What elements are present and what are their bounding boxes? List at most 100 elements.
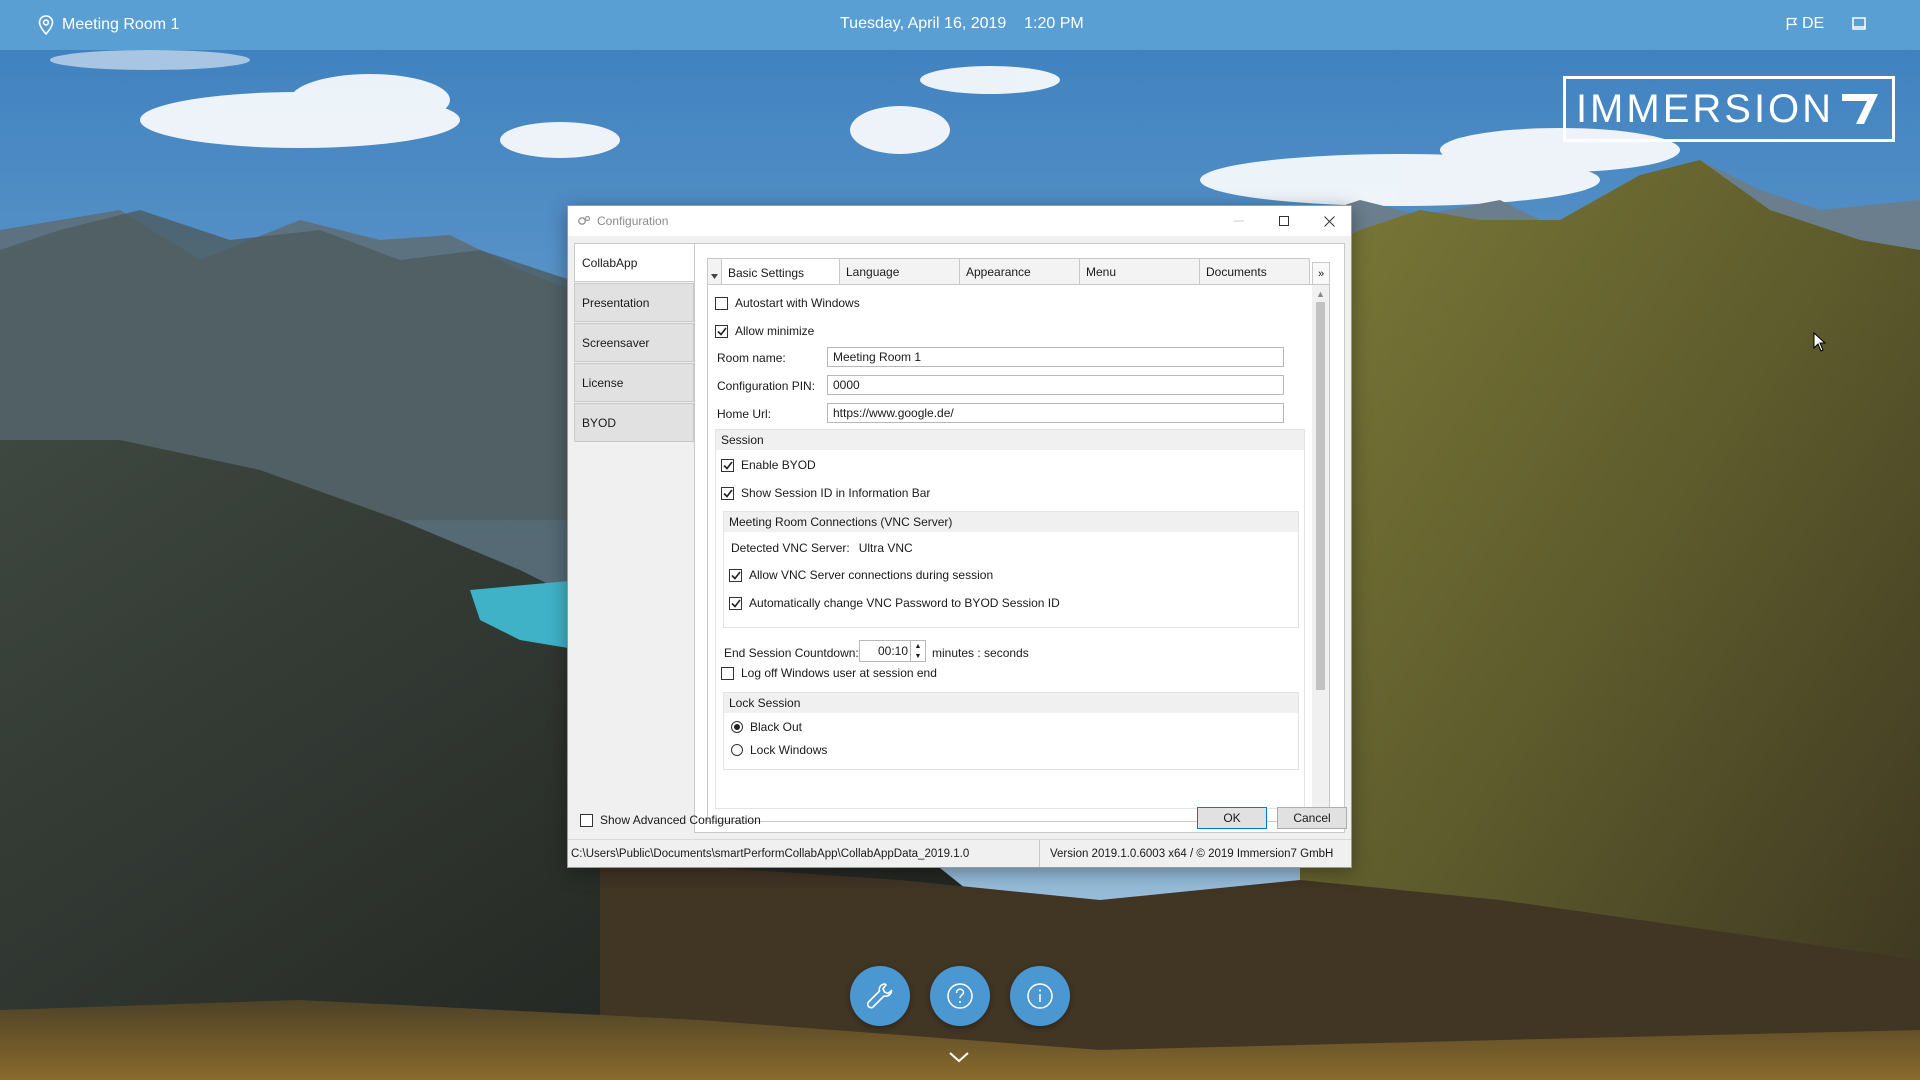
show-advanced-label: Show Advanced Configuration — [600, 813, 761, 827]
more-tabs-button[interactable]: » — [1312, 262, 1330, 285]
show-advanced-checkbox[interactable] — [580, 813, 593, 827]
cancel-button[interactable]: Cancel — [1277, 807, 1347, 829]
data-path: C:\Users\Public\Documents\smartPerformCo… — [568, 840, 1040, 867]
maximize-button[interactable] — [1261, 206, 1306, 236]
close-button[interactable] — [1307, 206, 1352, 236]
auto-change-pw-checkbox[interactable] — [729, 596, 742, 610]
language-switch[interactable]: DE — [1786, 15, 1824, 33]
help-button[interactable] — [930, 966, 990, 1026]
settings-tools-button[interactable] — [850, 966, 910, 1026]
side-tab-collabapp[interactable]: CollabApp — [574, 243, 696, 282]
info-icon — [1027, 983, 1053, 1009]
spinner-down-icon[interactable]: ▼ — [911, 651, 925, 661]
date-text: Tuesday, April 16, 2019 — [840, 15, 1007, 32]
show-session-id-checkbox[interactable] — [721, 486, 734, 500]
allow-minimize-label: Allow minimize — [735, 324, 815, 338]
help-icon — [947, 983, 973, 1009]
scroll-up-icon[interactable]: ▲ — [1312, 285, 1329, 302]
maximize-icon — [1278, 216, 1289, 226]
lock-session-header: Lock Session — [724, 693, 1298, 713]
info-button[interactable] — [1010, 966, 1070, 1026]
side-tab-presentation[interactable]: Presentation — [574, 283, 694, 322]
minimize-icon — [1233, 220, 1244, 222]
status-bar: C:\Users\Public\Documents\smartPerformCo… — [568, 839, 1351, 867]
allow-minimize-checkbox[interactable] — [715, 324, 728, 338]
tab-label: Menu — [1086, 264, 1117, 279]
vertical-scrollbar[interactable]: ▲ ▼ — [1312, 285, 1329, 821]
scroll-thumb[interactable] — [1316, 302, 1325, 690]
black-out-row: Black Out — [731, 720, 802, 734]
close-icon — [1324, 215, 1335, 227]
settings-tab-strip: Basic Settings Language Appearance Menu … — [707, 258, 1310, 287]
allow-vnc-checkbox[interactable] — [729, 568, 742, 582]
side-tab-label: License — [582, 375, 624, 390]
detected-vnc-label: Detected VNC Server: — [731, 541, 850, 555]
checkmark-icon — [730, 571, 741, 580]
checkmark-icon — [722, 461, 733, 470]
vnc-group: Meeting Room Connections (VNC Server) De… — [723, 511, 1299, 628]
lock-session-group: Lock Session Black Out Lock Windows — [723, 692, 1299, 770]
auto-change-pw-row: Automatically change VNC Password to BYO… — [729, 596, 1060, 610]
chevron-down-icon — [711, 274, 718, 279]
side-tab-label: Screensaver — [582, 335, 650, 350]
autostart-row: Autostart with Windows — [715, 296, 860, 310]
tab-menu[interactable]: Menu — [1080, 258, 1200, 285]
room-name-input[interactable]: Meeting Room 1 — [827, 347, 1284, 367]
room-name-label: Room name: — [717, 351, 786, 365]
session-header: Session — [716, 430, 1304, 450]
tab-label: Documents — [1206, 264, 1267, 279]
ok-button[interactable]: OK — [1197, 807, 1267, 829]
log-off-row: Log off Windows user at session end — [721, 666, 937, 680]
minimize-button[interactable] — [1216, 206, 1261, 236]
spinner-up-icon[interactable]: ▲ — [911, 641, 925, 651]
side-tab-screensaver[interactable]: Screensaver — [574, 323, 694, 362]
wrench-icon — [866, 983, 893, 1009]
top-info-bar: Meeting Room 1 Tuesday, April 16, 2019 1… — [0, 0, 1920, 50]
home-url-input[interactable]: https://www.google.de/ — [827, 403, 1284, 423]
black-out-label: Black Out — [750, 720, 803, 734]
session-group: Session Enable BYOD Show Session ID in I… — [715, 429, 1305, 809]
more-tabs-glyph: » — [1317, 267, 1325, 280]
tab-label: Language — [846, 264, 900, 279]
side-tab-byod[interactable]: BYOD — [574, 403, 694, 442]
tab-dropdown[interactable] — [707, 258, 722, 285]
allow-minimize-row: Allow minimize — [715, 324, 814, 338]
collabapp-panel: Basic Settings Language Appearance Menu … — [694, 243, 1345, 833]
lock-session-title: Lock Session — [729, 696, 801, 710]
session-title: Session — [721, 433, 764, 447]
dialog-titlebar[interactable]: Configuration — [568, 206, 1351, 236]
location-pin-icon — [38, 15, 54, 35]
tab-documents[interactable]: Documents — [1200, 258, 1310, 285]
tab-basic-settings[interactable]: Basic Settings — [722, 258, 840, 287]
time-text: 1:20 PM — [1024, 15, 1084, 32]
date-time: Tuesday, April 16, 2019 1:20 PM — [840, 15, 1084, 33]
expand-chevron-down-icon[interactable] — [948, 1050, 970, 1069]
version-info: Version 2019.1.0.6003 x64 / © 2019 Immer… — [1050, 847, 1334, 860]
auto-change-pw-label: Automatically change VNC Password to BYO… — [749, 596, 1060, 610]
configuration-dialog: Configuration CollabApp Presentation Scr… — [567, 205, 1352, 868]
log-off-checkbox[interactable] — [721, 666, 734, 680]
logo-mark-icon — [1842, 94, 1879, 124]
checkmark-icon — [730, 599, 741, 608]
home-url-label: Home Url: — [717, 407, 772, 421]
side-tab-list: CollabApp Presentation Screensaver Licen… — [574, 243, 696, 443]
spinner-arrows: ▲ ▼ — [910, 641, 925, 661]
detected-vnc-row: Detected VNC Server: Ultra VNC — [731, 541, 913, 555]
show-advanced-row: Show Advanced Configuration — [580, 813, 761, 827]
countdown-spinner[interactable]: 00:10 ▲ ▼ — [859, 640, 926, 662]
flag-icon — [1786, 17, 1798, 30]
tab-appearance[interactable]: Appearance — [960, 258, 1080, 285]
side-tab-license[interactable]: License — [574, 363, 694, 402]
autostart-checkbox[interactable] — [715, 296, 728, 310]
vnc-header: Meeting Room Connections (VNC Server) — [724, 512, 1298, 532]
screen-icon[interactable] — [1851, 16, 1867, 32]
enable-byod-checkbox[interactable] — [721, 458, 734, 472]
lock-windows-radio[interactable] — [731, 744, 743, 756]
allow-vnc-row: Allow VNC Server connections during sess… — [729, 568, 993, 582]
tab-label: Appearance — [966, 264, 1031, 279]
show-session-id-row: Show Session ID in Information Bar — [721, 486, 930, 500]
config-pin-input[interactable]: 0000 — [827, 375, 1284, 395]
black-out-radio[interactable] — [731, 721, 743, 733]
tab-label: Basic Settings — [728, 265, 805, 280]
tab-language[interactable]: Language — [840, 258, 960, 285]
